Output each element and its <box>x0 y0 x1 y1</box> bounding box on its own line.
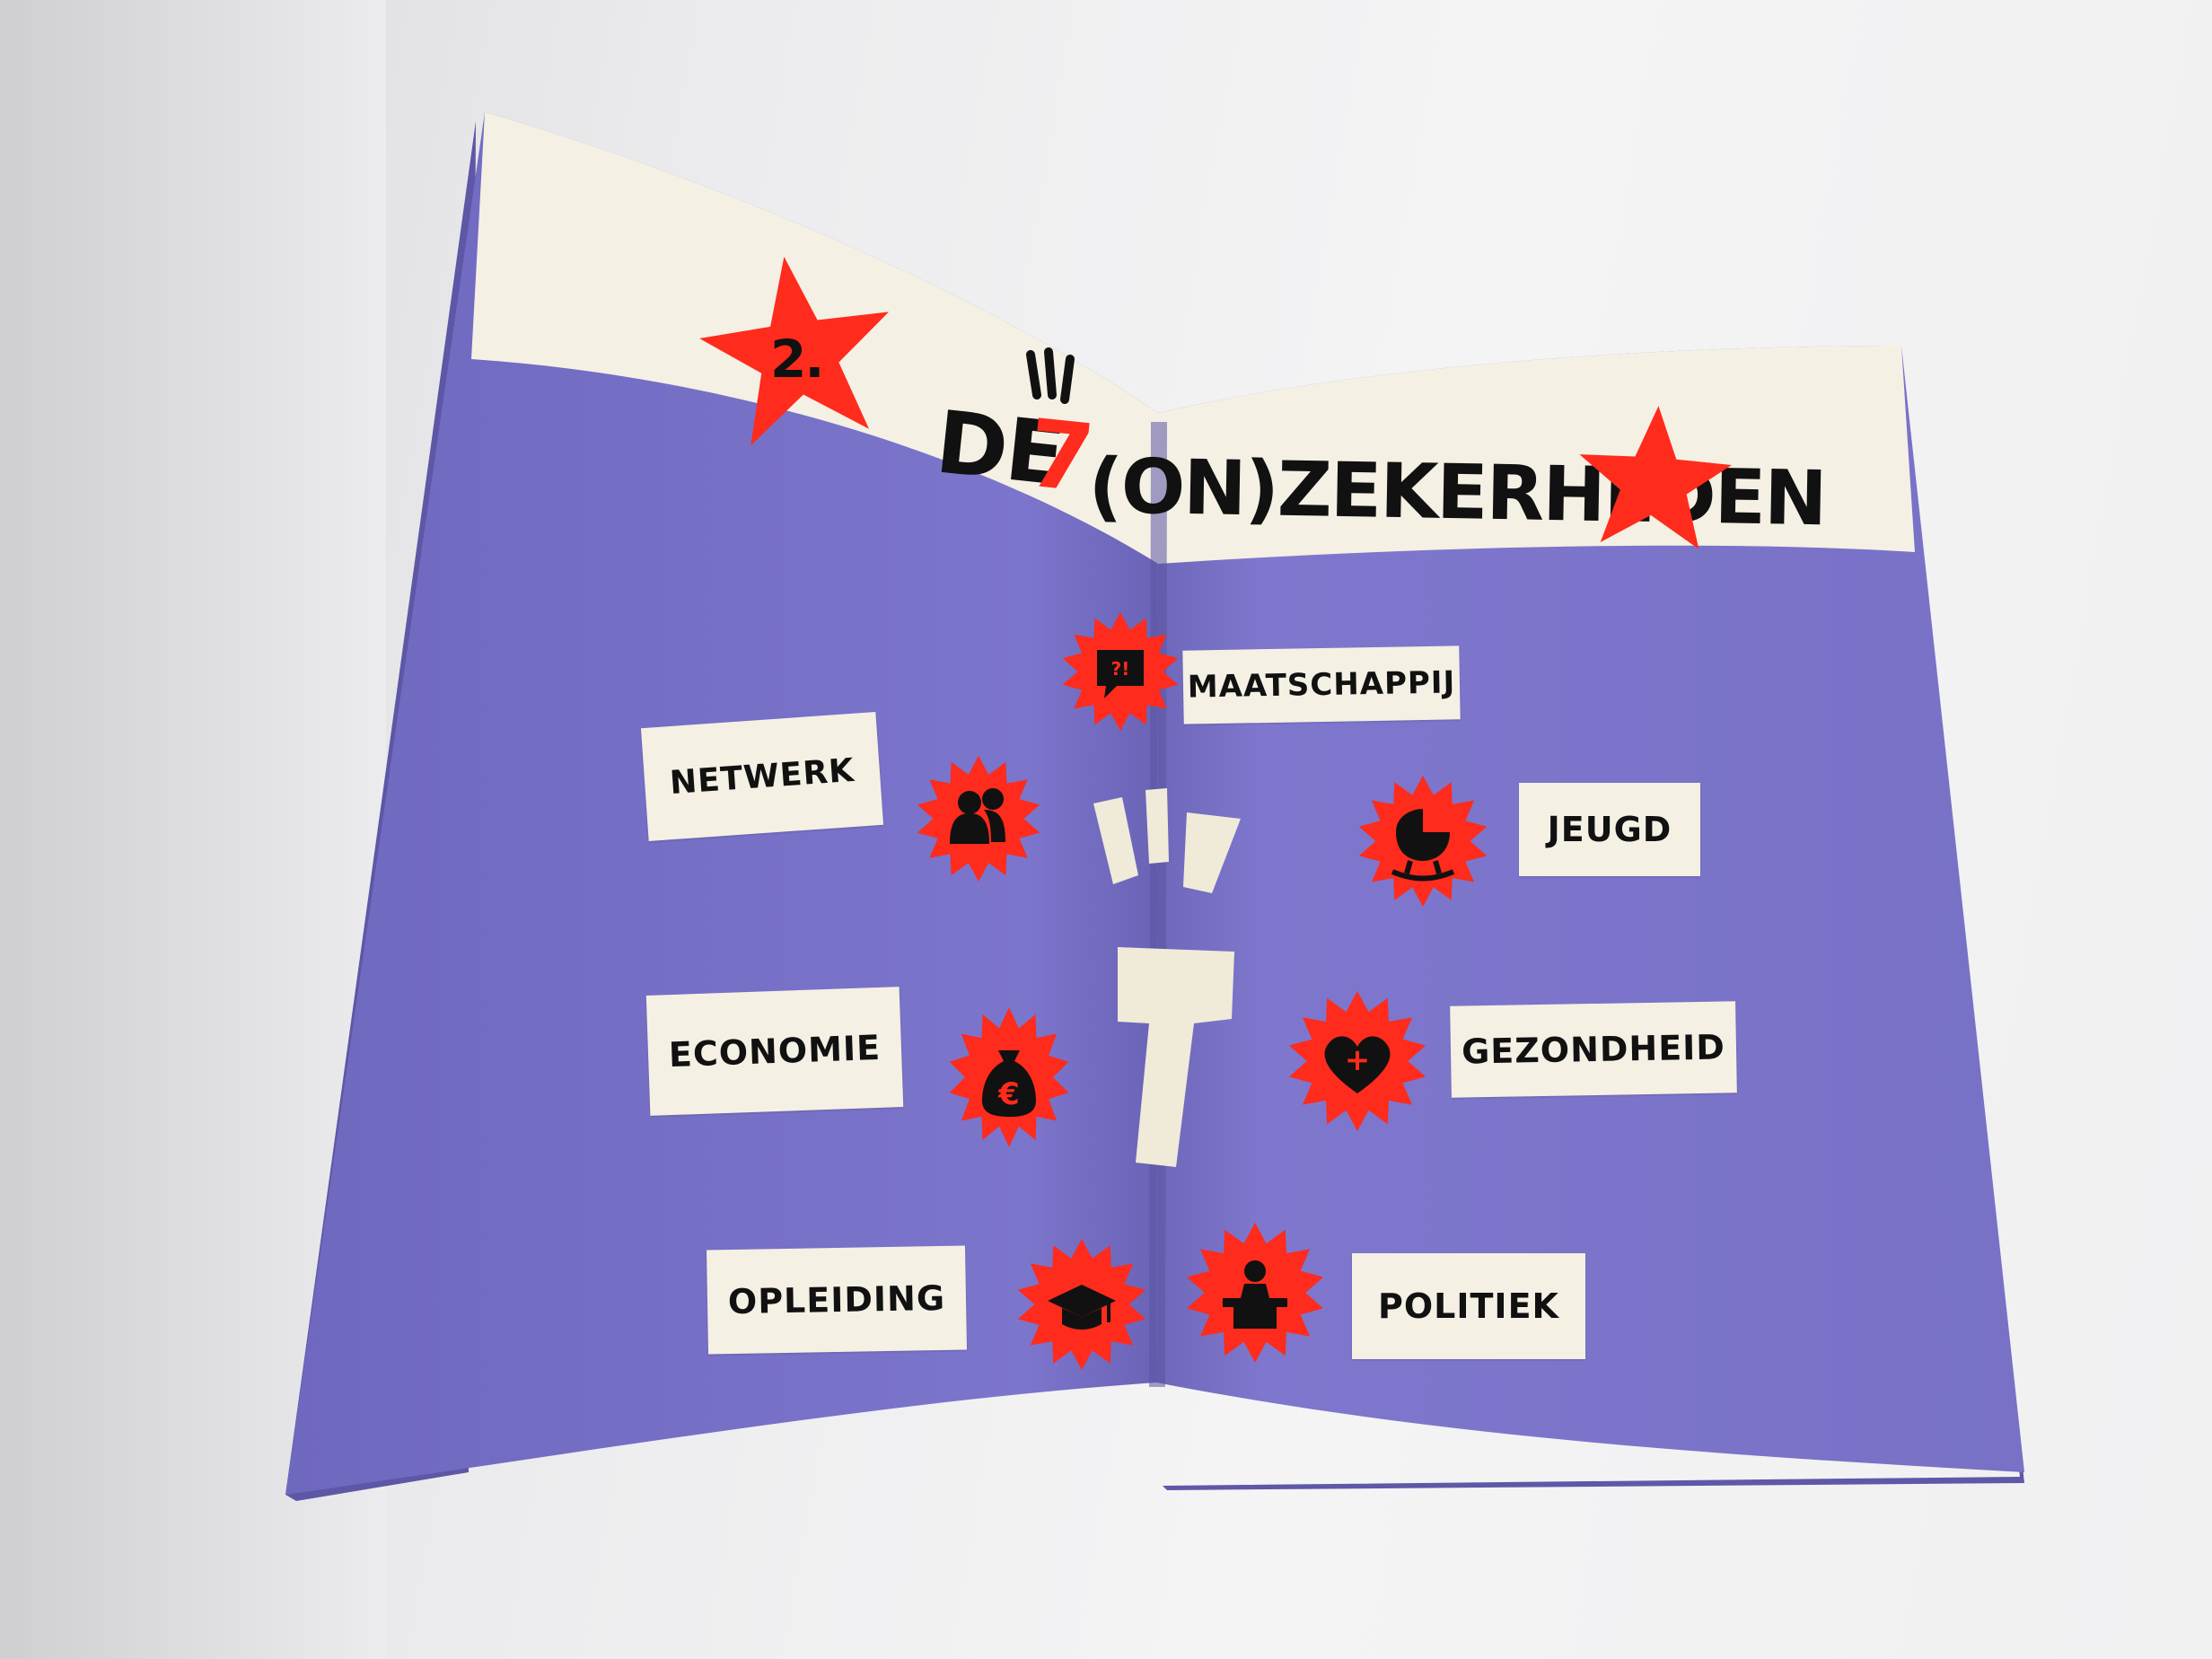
people-icon <box>917 756 1040 882</box>
graduation-cap-icon <box>1017 1239 1146 1370</box>
booklet-spread: 2. DE 7 (ON)ZEKERHEDEN <box>285 112 2024 1501</box>
icon-glyph: ?! <box>1111 658 1130 680</box>
heart-plus-icon: + <box>1289 991 1426 1131</box>
topic-economie: ECONOMIE <box>645 987 904 1116</box>
speaker-podium-icon <box>1187 1223 1323 1363</box>
heading-rest: (ON)ZEKERHEDEN <box>1088 442 1827 542</box>
topic-label: ECONOMIE <box>668 1027 882 1075</box>
topic-jeugd: JEUGD <box>1519 783 1700 876</box>
heading-number: 2. <box>770 329 822 390</box>
icon-glyph: € <box>997 1076 1020 1112</box>
topic-label: GEZONDHEID <box>1461 1027 1726 1072</box>
icon-glyph: + <box>1345 1042 1371 1078</box>
topic-label: MAATSCHAPPIJ <box>1187 664 1456 706</box>
speech-bubble-question-icon: ?! <box>1062 612 1179 731</box>
topic-politiek: POLITIEK <box>1352 1253 1585 1359</box>
spine-fold <box>1149 422 1167 1387</box>
baby-carriage-icon <box>1358 776 1488 907</box>
money-bag-euro-icon: € <box>949 1007 1069 1147</box>
topic-label: OPLEIDING <box>727 1277 946 1322</box>
topic-gezondheid: GEZONDHEID <box>1450 1001 1737 1098</box>
topic-netwerk: NETWERK <box>640 712 884 841</box>
topic-maatschappij: MAATSCHAPPIJ <box>1182 645 1461 724</box>
topic-label: JEUGD <box>1547 810 1672 849</box>
topic-label: POLITIEK <box>1378 1286 1559 1326</box>
topic-opleiding: OPLEIDING <box>707 1245 967 1355</box>
topic-label: NETWERK <box>668 751 856 802</box>
open-booklet: 2. DE 7 (ON)ZEKERHEDEN MAATSCHAPPIJ NETW… <box>0 0 2212 1659</box>
